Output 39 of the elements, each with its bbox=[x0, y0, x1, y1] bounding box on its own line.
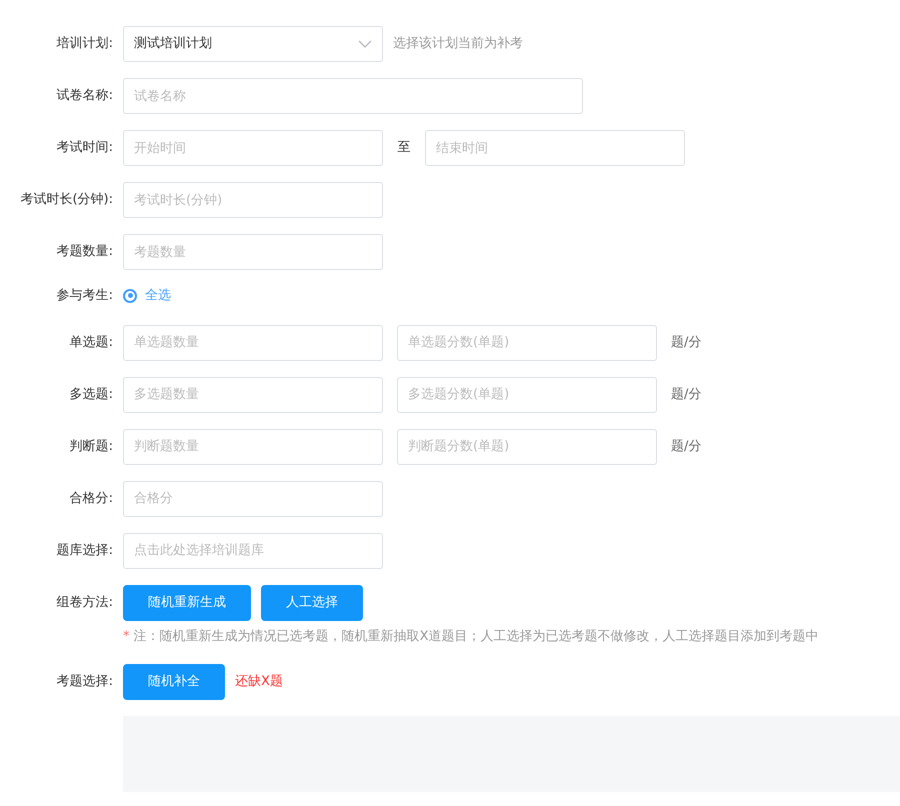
input-field[interactable]: 单选题分数(单题) bbox=[397, 324, 657, 360]
field-label: 判断题: bbox=[68, 438, 113, 456]
action-button[interactable]: 随机重新生成 bbox=[123, 584, 251, 620]
unit-text: 题/分 bbox=[671, 386, 702, 404]
input-field[interactable]: 考试时长(分钟) bbox=[123, 182, 383, 218]
input-field[interactable]: 结束时间 bbox=[425, 130, 685, 166]
input-field[interactable]: 判断题分数(单题) bbox=[397, 428, 657, 464]
input-field[interactable]: 合格分 bbox=[123, 480, 383, 516]
field-label: 培训计划: bbox=[56, 35, 113, 54]
input-field[interactable]: 判断题数量 bbox=[123, 428, 383, 464]
unit-text: 题/分 bbox=[671, 438, 702, 456]
field-label: 合格分: bbox=[68, 490, 113, 508]
field-label: 单选题: bbox=[68, 334, 113, 352]
action-button[interactable]: 随机补全 bbox=[123, 664, 225, 700]
input-field[interactable]: 试卷名称 bbox=[123, 78, 583, 114]
select-field[interactable]: 测试培训计划 bbox=[123, 26, 383, 62]
field-label: 考题数量: bbox=[56, 243, 113, 262]
field-label: 考试时长(分钟): bbox=[19, 191, 113, 210]
input-field[interactable]: 点击此处选择培训题库 bbox=[123, 532, 383, 568]
unit-text: 题/分 bbox=[671, 334, 702, 352]
warning-text: 还缺X题 bbox=[235, 673, 283, 692]
field-label: 试卷名称: bbox=[56, 87, 113, 106]
field-label: 多选题: bbox=[68, 386, 113, 404]
input-field[interactable]: 开始时间 bbox=[123, 130, 383, 166]
input-field[interactable]: 考题数量 bbox=[123, 234, 383, 270]
field-label: 考题选择: bbox=[56, 673, 113, 692]
field-label: 参与考生: bbox=[56, 287, 113, 305]
chevron-down-icon bbox=[358, 40, 372, 48]
input-field[interactable]: 单选题数量 bbox=[123, 324, 383, 360]
input-field[interactable]: 多选题分数(单题) bbox=[397, 376, 657, 412]
field-label: 考试时间: bbox=[56, 139, 113, 158]
radio-option[interactable]: 全选 bbox=[123, 286, 171, 306]
separator-text: 至 bbox=[396, 139, 412, 158]
note-text: * 注：随机重新生成为情况已选考题，随机重新抽取X道题目；人工选择为已选考题不做修改，人工选择题目添加到考题中 bbox=[123, 628, 820, 646]
input-field[interactable]: 多选题数量 bbox=[123, 376, 383, 412]
field-label: 组卷方法: bbox=[56, 594, 113, 612]
action-button[interactable]: 人工选择 bbox=[261, 584, 363, 620]
field-label: 题库选择: bbox=[56, 542, 113, 560]
hint-text: 选择该计划当前为补考 bbox=[393, 35, 523, 54]
